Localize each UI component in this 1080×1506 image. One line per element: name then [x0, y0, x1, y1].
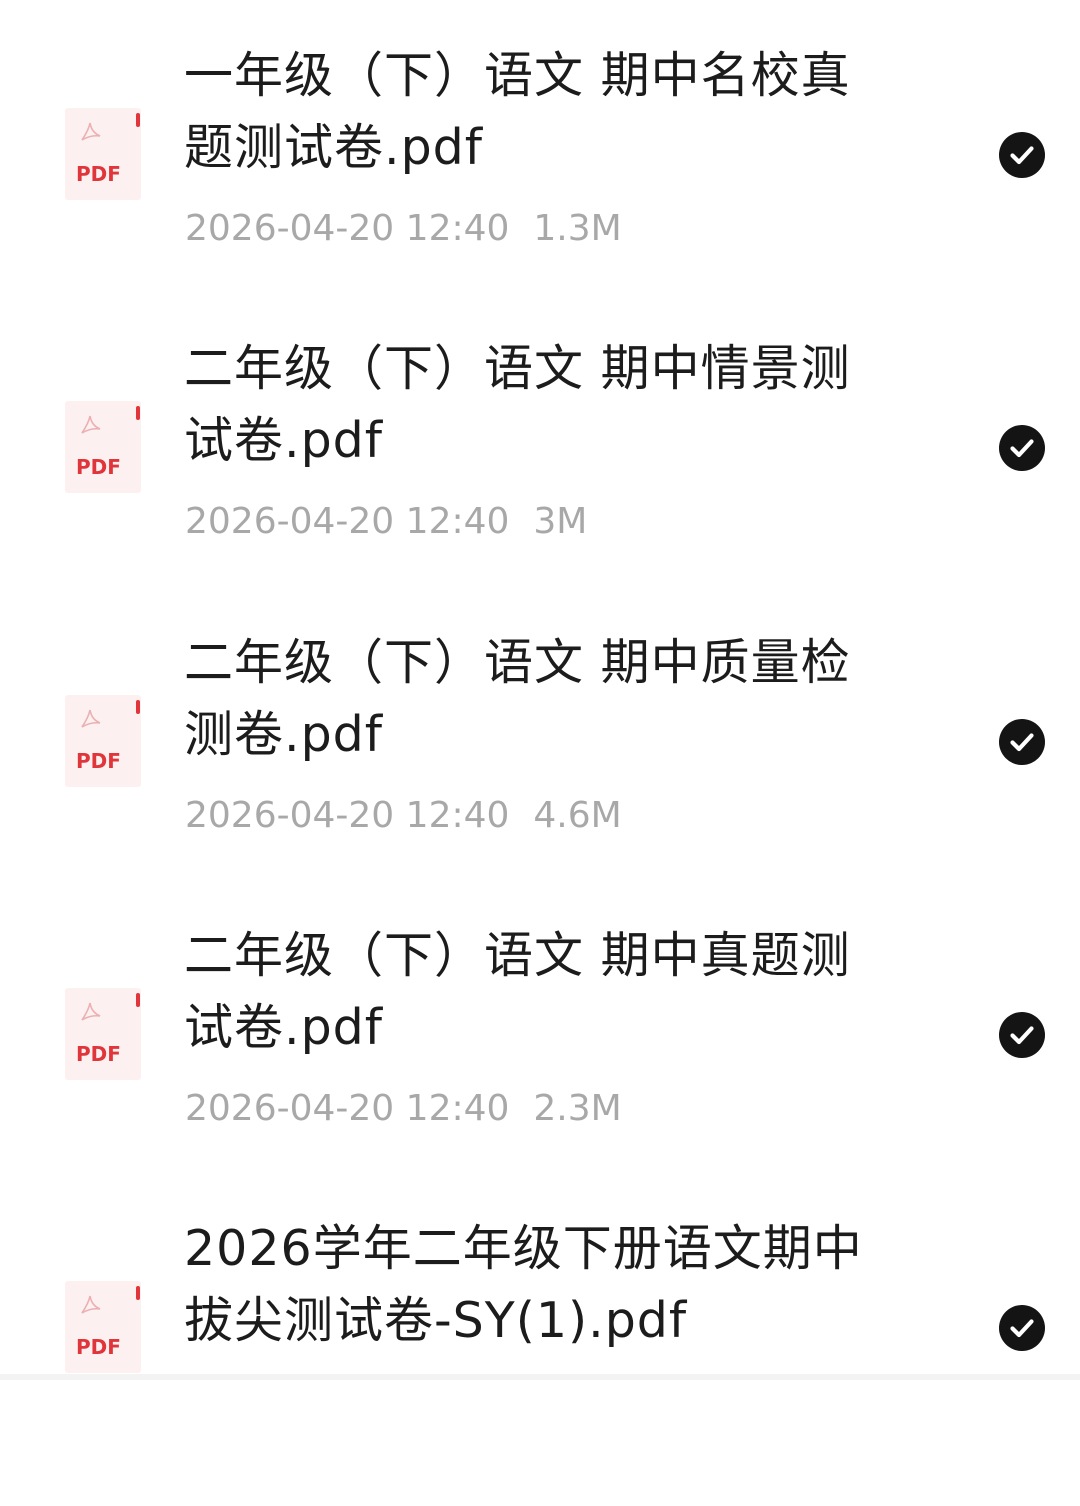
acrobat-logo-icon — [81, 122, 101, 141]
pdf-type-label: PDF — [76, 455, 121, 479]
acrobat-logo-icon — [81, 415, 101, 434]
file-meta: 2026-04-20 12:40 2.3M — [185, 1084, 622, 1134]
pdf-type-label: PDF — [76, 1042, 121, 1066]
file-name: 二年级（下）语文 期中情景测试卷.pdf — [184, 340, 851, 469]
acrobat-logo-icon — [81, 1002, 101, 1021]
file-meta: 2026-04-20 12:40 3M — [185, 497, 587, 547]
checkmark-circle-icon[interactable] — [999, 425, 1045, 471]
pdf-type-label: PDF — [76, 749, 121, 773]
file-name: 2026学年二年级下册语文期中拔尖测试卷-SY(1).pdf — [184, 1220, 863, 1349]
file-date: 2026-04-20 12:40 — [185, 208, 510, 249]
pdf-file-icon: PDF — [65, 1281, 141, 1373]
checkmark-circle-icon[interactable] — [999, 719, 1045, 765]
file-date: 2026-04-20 12:40 — [185, 1088, 510, 1129]
file-size: 1.3M — [533, 208, 622, 249]
acrobat-logo-icon — [81, 709, 101, 728]
file-row[interactable]: PDF 2026学年二年级下册语文期中拔尖测试卷-SY(1).pdf — [0, 1213, 1080, 1506]
file-name: 一年级（下）语文 期中名校真题测试卷.pdf — [184, 47, 851, 176]
bottom-strip — [0, 1374, 1080, 1380]
checkmark-circle-icon[interactable] — [999, 132, 1045, 178]
file-size: 2.3M — [533, 1088, 622, 1129]
file-row[interactable]: PDF 二年级（下）语文 期中情景测试卷.pdf 2026-04-20 12:4… — [0, 333, 1080, 626]
pdf-file-icon: PDF — [65, 988, 141, 1080]
file-name: 二年级（下）语文 期中质量检测卷.pdf — [184, 634, 851, 763]
checkmark-circle-icon[interactable] — [999, 1305, 1045, 1351]
file-name: 二年级（下）语文 期中真题测试卷.pdf — [184, 927, 851, 1056]
file-row[interactable]: PDF 一年级（下）语文 期中名校真题测试卷.pdf 2026-04-20 12… — [0, 40, 1080, 333]
pdf-file-icon: PDF — [65, 108, 141, 200]
file-size: 3M — [533, 501, 588, 542]
pdf-fold-mark — [136, 700, 140, 714]
pdf-fold-mark — [136, 993, 140, 1007]
file-meta: 2026-04-20 12:40 1.3M — [185, 204, 622, 254]
acrobat-logo-icon — [81, 1295, 101, 1314]
pdf-type-label: PDF — [76, 162, 121, 186]
pdf-fold-mark — [136, 113, 140, 127]
checkmark-circle-icon[interactable] — [999, 1012, 1045, 1058]
file-size: 4.6M — [533, 795, 622, 836]
file-list: PDF 一年级（下）语文 期中名校真题测试卷.pdf 2026-04-20 12… — [0, 0, 1080, 1380]
pdf-file-icon: PDF — [65, 695, 141, 787]
pdf-file-icon: PDF — [65, 401, 141, 493]
file-meta — [185, 1377, 209, 1427]
file-row[interactable]: PDF 二年级（下）语文 期中质量检测卷.pdf 2026-04-20 12:4… — [0, 627, 1080, 920]
file-date: 2026-04-20 12:40 — [185, 795, 510, 836]
pdf-fold-mark — [136, 406, 140, 420]
pdf-fold-mark — [136, 1286, 140, 1300]
pdf-type-label: PDF — [76, 1335, 121, 1359]
file-meta: 2026-04-20 12:40 4.6M — [185, 791, 622, 841]
file-row[interactable]: PDF 二年级（下）语文 期中真题测试卷.pdf 2026-04-20 12:4… — [0, 920, 1080, 1213]
file-date: 2026-04-20 12:40 — [185, 501, 510, 542]
